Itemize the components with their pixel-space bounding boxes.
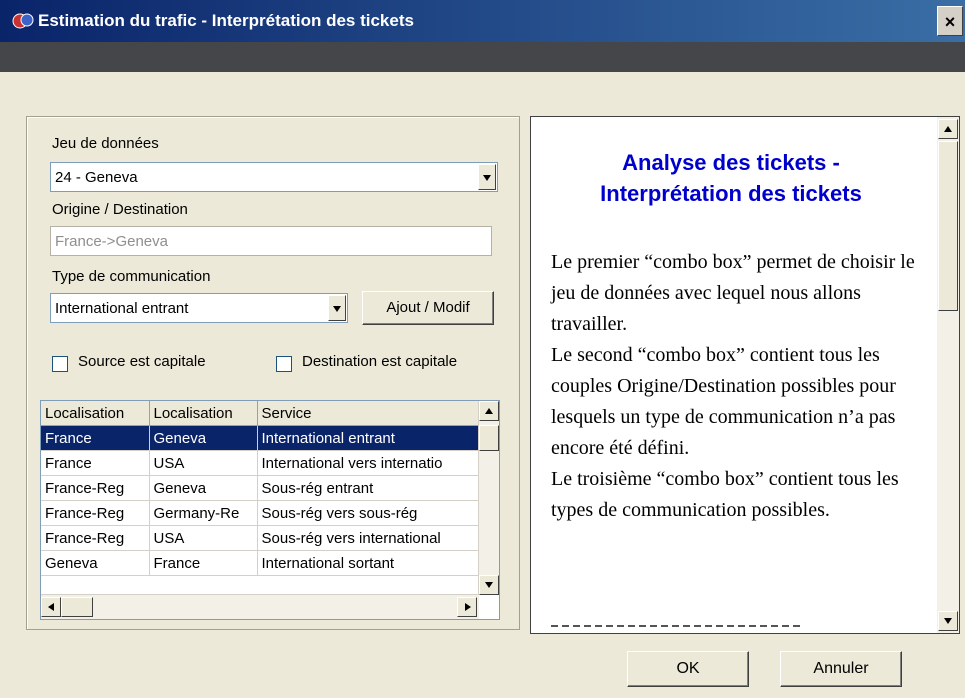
comm-type-label: Type de communication	[52, 268, 211, 285]
dataset-label: Jeu de données	[52, 135, 159, 152]
grid-cell: France	[41, 450, 150, 476]
grid-cell: Sous-rég vers international	[257, 525, 480, 551]
help-text: Le premier “combo box” permet de choisir…	[551, 247, 931, 526]
scroll-thumb[interactable]	[938, 141, 958, 311]
add-modify-button[interactable]: Ajout / Modif	[362, 291, 494, 325]
source-capital-checkbox[interactable]	[52, 356, 68, 372]
grid-cell: Germany-Re	[149, 500, 258, 526]
grid-table: Localisation Localisation Service France…	[41, 401, 480, 576]
grid-header-row: Localisation Localisation Service	[41, 401, 480, 426]
help-vertical-scrollbar[interactable]	[937, 117, 959, 633]
window-title: Estimation du trafic - Interprétation de…	[38, 11, 414, 30]
scroll-up-icon[interactable]	[479, 401, 499, 421]
help-cut-off-line	[551, 622, 801, 628]
app-icon	[12, 13, 34, 29]
close-button[interactable]: ×	[937, 6, 963, 36]
grid-horizontal-scrollbar[interactable]	[41, 594, 479, 619]
grid-cell: Sous-rég vers sous-rég	[257, 500, 480, 526]
grid-cell: Geneva	[41, 550, 150, 576]
table-row[interactable]: France-Reg USA Sous-rég vers internation…	[41, 525, 480, 551]
dataset-select[interactable]: 24 - Geneva	[50, 162, 498, 192]
scroll-down-icon[interactable]	[938, 611, 958, 631]
help-panel: Analyse des tickets - Interprétation des…	[530, 116, 960, 634]
grid-cell: Geneva	[149, 475, 258, 501]
table-row[interactable]: France Geneva International entrant	[41, 425, 480, 451]
scroll-thumb[interactable]	[61, 597, 93, 617]
help-paragraph: Le premier “combo box” permet de choisir…	[551, 251, 915, 335]
dest-capital-checkbox[interactable]	[276, 356, 292, 372]
grid-vertical-scrollbar[interactable]	[478, 401, 499, 595]
title-bar: Estimation du trafic - Interprétation de…	[0, 0, 965, 42]
dest-capital-label: Destination est capitale	[302, 353, 458, 370]
chevron-down-icon[interactable]	[328, 295, 346, 321]
column-header[interactable]: Service	[257, 401, 480, 426]
table-row[interactable]: France-Reg Geneva Sous-rég entrant	[41, 475, 480, 501]
scroll-thumb[interactable]	[479, 425, 499, 451]
dataset-value: 24 - Geneva	[55, 169, 138, 186]
grid-cell: France-Reg	[41, 500, 150, 526]
od-grid[interactable]: Localisation Localisation Service France…	[40, 400, 500, 620]
grid-cell: Geneva	[149, 425, 258, 451]
od-label: Origine / Destination	[52, 201, 188, 218]
table-row[interactable]: France USA International vers internatio	[41, 450, 480, 476]
table-row[interactable]: France-Reg Germany-Re Sous-rég vers sous…	[41, 500, 480, 526]
grid-cell: France-Reg	[41, 525, 150, 551]
cancel-button[interactable]: Annuler	[780, 651, 902, 687]
grid-cell: France	[41, 425, 150, 451]
comm-type-select[interactable]: International entrant	[50, 293, 348, 323]
help-title-line: Interprétation des tickets	[600, 181, 862, 206]
comm-type-value: International entrant	[55, 300, 189, 317]
od-field[interactable]: France->Geneva	[50, 226, 492, 256]
scroll-down-icon[interactable]	[479, 575, 499, 595]
column-header[interactable]: Localisation	[149, 401, 258, 426]
grid-cell: Sous-rég entrant	[257, 475, 480, 501]
table-row[interactable]: Geneva France International sortant	[41, 550, 480, 576]
chevron-down-icon[interactable]	[478, 164, 496, 190]
column-header[interactable]: Localisation	[41, 401, 150, 426]
help-paragraph: Le troisième “combo box” contient tous l…	[551, 468, 899, 521]
grid-cell: USA	[149, 450, 258, 476]
scroll-right-icon[interactable]	[457, 597, 477, 617]
header-band	[0, 42, 965, 72]
help-paragraph: Le second “combo box” contient tous les …	[551, 344, 896, 459]
source-capital-label: Source est capitale	[78, 353, 206, 370]
grid-cell: International vers internatio	[257, 450, 480, 476]
grid-cell: International entrant	[257, 425, 480, 451]
help-title-line: Analyse des tickets -	[622, 150, 840, 175]
help-title: Analyse des tickets - Interprétation des…	[541, 147, 921, 209]
grid-cell: USA	[149, 525, 258, 551]
scroll-up-icon[interactable]	[938, 119, 958, 139]
scroll-left-icon[interactable]	[41, 597, 61, 617]
grid-cell: International sortant	[257, 550, 480, 576]
ok-button[interactable]: OK	[627, 651, 749, 687]
grid-cell: France-Reg	[41, 475, 150, 501]
grid-cell: France	[149, 550, 258, 576]
